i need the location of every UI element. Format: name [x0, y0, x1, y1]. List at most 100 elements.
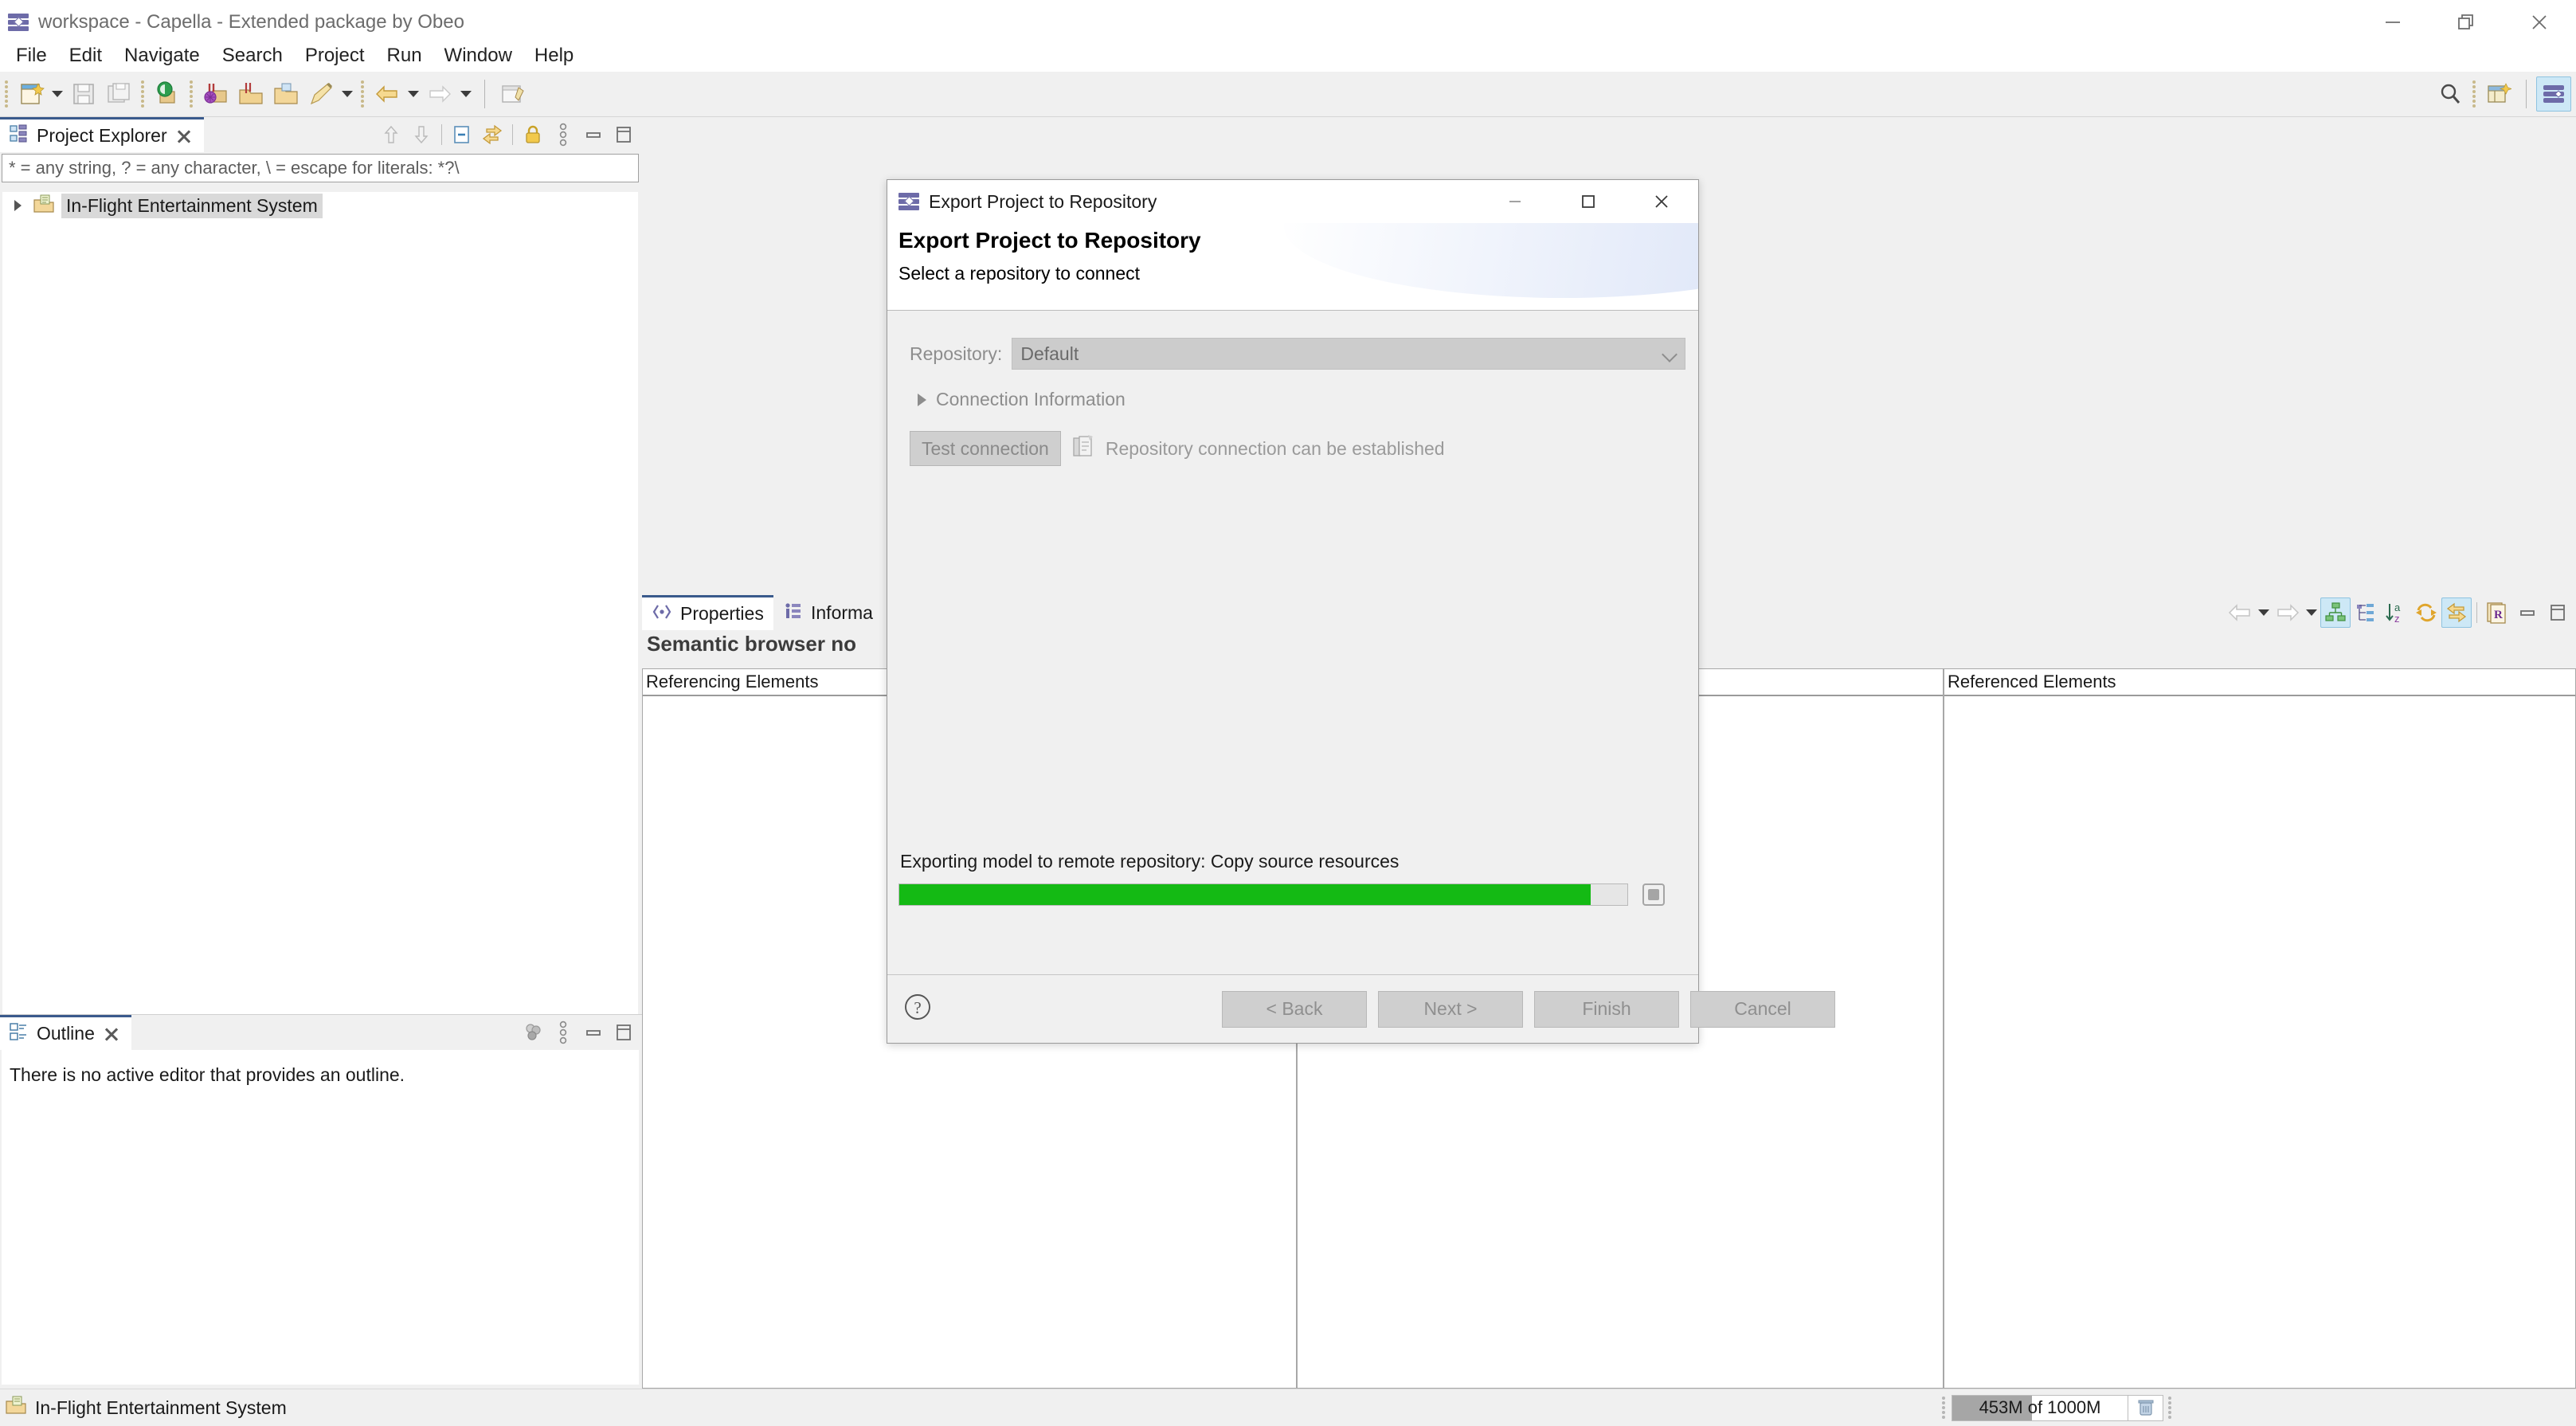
- dialog-buttons: < Back Next > Finish Cancel: [1222, 990, 1835, 1028]
- outline-empty-message: There is no active editor that provides …: [10, 1064, 405, 1085]
- minimize-icon[interactable]: [578, 1017, 609, 1048]
- back-arrow-icon[interactable]: [370, 76, 405, 112]
- chevron-right-icon[interactable]: [9, 197, 26, 214]
- restore-icon[interactable]: [2429, 0, 2503, 45]
- tree-layout-icon[interactable]: [2351, 597, 2381, 628]
- capella-project-icon[interactable]: [150, 76, 185, 112]
- forward-dropdown-arrow[interactable]: [2303, 595, 2320, 630]
- tab-project-explorer[interactable]: Project Explorer: [0, 117, 204, 152]
- maximize-icon[interactable]: [609, 1017, 639, 1048]
- refresh-icon[interactable]: [2411, 597, 2441, 628]
- back-dropdown-arrow[interactable]: [405, 76, 422, 112]
- collapse-all-icon[interactable]: [447, 119, 477, 150]
- svg-text:a: a: [2394, 601, 2401, 613]
- finish-button-label: Finish: [1582, 998, 1631, 1019]
- semantic-browser-column-referenced[interactable]: Referenced Elements: [1944, 668, 2576, 1389]
- progress-label: Exporting model to remote repository: Co…: [900, 851, 1400, 872]
- open-model-icon[interactable]: [233, 76, 268, 112]
- close-icon[interactable]: [103, 1025, 120, 1043]
- left-column: Project Explorer * = any string, ? = any…: [0, 117, 642, 1389]
- pencil-icon[interactable]: [303, 76, 339, 112]
- view-menu-icon[interactable]: [548, 119, 578, 150]
- requirements-icon[interactable]: R: [2482, 597, 2512, 628]
- close-icon[interactable]: [175, 127, 193, 145]
- heap-grip-right: [2168, 1396, 2173, 1420]
- cancel-button[interactable]: Cancel: [1690, 990, 1835, 1028]
- menu-edit[interactable]: Edit: [58, 43, 113, 69]
- svg-text:z: z: [2394, 613, 2400, 625]
- back-button[interactable]: < Back: [1222, 990, 1367, 1028]
- minimize-icon[interactable]: [578, 119, 609, 150]
- information-icon: [782, 601, 803, 625]
- help-icon[interactable]: ?: [902, 991, 934, 1027]
- next-button[interactable]: Next >: [1378, 990, 1523, 1028]
- new-editor-icon[interactable]: [495, 76, 530, 112]
- forward-dropdown-arrow[interactable]: [457, 76, 475, 112]
- minimize-icon[interactable]: [2512, 597, 2543, 628]
- menu-file[interactable]: File: [5, 43, 58, 69]
- finish-button[interactable]: Finish: [1534, 990, 1679, 1028]
- tree-item-project[interactable]: In-Flight Entertainment System: [2, 192, 638, 219]
- filters-icon[interactable]: [518, 1017, 548, 1048]
- menu-run[interactable]: Run: [376, 43, 433, 69]
- new-perspective-icon[interactable]: [2481, 76, 2516, 112]
- validate-model-icon[interactable]: [198, 76, 233, 112]
- menu-project[interactable]: Project: [294, 43, 376, 69]
- tab-information[interactable]: Informa: [774, 595, 881, 630]
- pencil-dropdown-arrow[interactable]: [339, 76, 356, 112]
- trash-icon[interactable]: [2128, 1394, 2163, 1421]
- lock-icon[interactable]: [518, 119, 548, 150]
- toolbar-grip[interactable]: [5, 80, 9, 108]
- close-icon[interactable]: [1625, 180, 1698, 223]
- semantic-browser-heading: Semantic browser no: [647, 632, 856, 656]
- column-header: Referenced Elements: [1944, 669, 2575, 696]
- dialog-title: Export Project to Repository: [929, 190, 1157, 212]
- new-wizard-icon[interactable]: [14, 76, 49, 112]
- test-connection-button[interactable]: Test connection: [910, 431, 1061, 466]
- forward-arrow-icon[interactable]: [2273, 597, 2303, 628]
- connection-information-toggle[interactable]: Connection Information: [887, 370, 1698, 410]
- link-with-editor-icon[interactable]: [477, 119, 507, 150]
- show-diagram-icon[interactable]: [2320, 597, 2351, 628]
- back-dropdown-arrow[interactable]: [2255, 595, 2273, 630]
- minimize-icon[interactable]: [2356, 0, 2429, 45]
- information-tab-label: Informa: [811, 601, 873, 623]
- capella-perspective-icon[interactable]: [2536, 76, 2571, 112]
- view-menu-icon[interactable]: [548, 1017, 578, 1048]
- search-icon[interactable]: [2433, 76, 2468, 112]
- menu-window[interactable]: Window: [433, 43, 523, 69]
- sort-az-icon[interactable]: a z: [2381, 597, 2411, 628]
- stop-icon[interactable]: [1642, 883, 1665, 906]
- new-dropdown-arrow[interactable]: [49, 76, 66, 112]
- tab-outline[interactable]: Outline: [0, 1015, 131, 1050]
- maximize-icon[interactable]: [609, 119, 639, 150]
- view-toolbar-divider-2: [512, 124, 513, 145]
- test-connection-label: Test connection: [922, 437, 1049, 459]
- minimize-icon[interactable]: [1478, 180, 1552, 223]
- view-toolbar-divider: [441, 124, 442, 145]
- toolbar-divider: [484, 80, 485, 108]
- close-icon[interactable]: [2503, 0, 2576, 45]
- link-with-editor-icon[interactable]: [2441, 597, 2472, 628]
- repository-select[interactable]: Default: [1012, 338, 1685, 370]
- open-folder-icon[interactable]: [268, 76, 303, 112]
- tab-properties[interactable]: Properties: [642, 595, 773, 630]
- toolbar-right-group: [2433, 76, 2571, 112]
- save-icon[interactable]: [66, 76, 101, 112]
- project-explorer-filter[interactable]: * = any string, ? = any character, \ = e…: [2, 154, 639, 182]
- expand-down-icon[interactable]: [406, 119, 437, 150]
- maximize-icon[interactable]: [1552, 180, 1625, 223]
- progress-bar-fill: [899, 884, 1591, 905]
- back-arrow-icon[interactable]: [2225, 597, 2255, 628]
- collapse-up-icon[interactable]: [376, 119, 406, 150]
- titlebar-left: workspace - Capella - Extended package b…: [0, 11, 464, 33]
- save-all-icon[interactable]: [101, 76, 136, 112]
- forward-arrow-icon[interactable]: [422, 76, 457, 112]
- maximize-icon[interactable]: [2543, 597, 2573, 628]
- statusbar: In-Flight Entertainment System 453M of 1…: [0, 1389, 2576, 1426]
- heap-usage-bar[interactable]: 453M of 1000M: [1952, 1394, 2128, 1421]
- menu-search[interactable]: Search: [211, 43, 294, 69]
- menu-help[interactable]: Help: [523, 43, 585, 69]
- project-explorer-tree[interactable]: In-Flight Entertainment System: [2, 192, 639, 1016]
- menu-navigate[interactable]: Navigate: [113, 43, 211, 69]
